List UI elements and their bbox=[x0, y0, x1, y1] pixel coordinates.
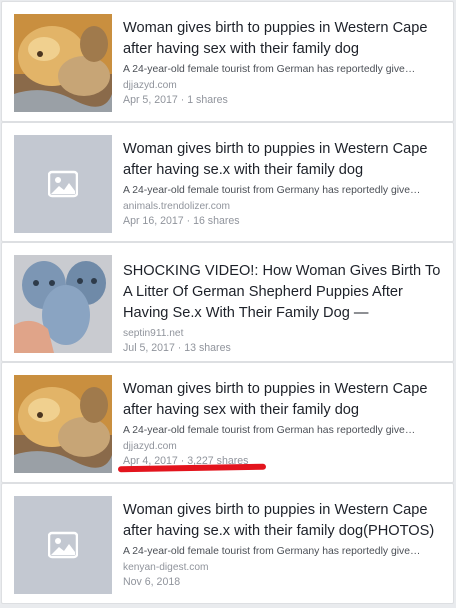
result-title[interactable]: Woman gives birth to puppies in Western … bbox=[123, 500, 441, 542]
result-card[interactable]: Woman gives birth to puppies in Western … bbox=[1, 1, 454, 122]
result-title[interactable]: Woman gives birth to puppies in Western … bbox=[123, 18, 441, 60]
result-card[interactable]: Woman gives birth to puppies in Western … bbox=[1, 483, 454, 604]
result-thumbnail[interactable] bbox=[14, 135, 112, 233]
result-description: A 24-year-old female tourist from German… bbox=[123, 425, 416, 436]
result-source[interactable]: septin911.net bbox=[123, 327, 441, 341]
result-source[interactable]: djjazyd.com bbox=[123, 440, 441, 454]
result-text: Woman gives birth to puppies in Western … bbox=[123, 139, 441, 228]
result-source[interactable]: djjazyd.com bbox=[123, 79, 441, 93]
image-placeholder-icon bbox=[48, 531, 78, 559]
dog-photo bbox=[14, 375, 112, 473]
result-title[interactable]: Woman gives birth to puppies in Western … bbox=[123, 379, 441, 421]
result-text: Woman gives birth to puppies in Western … bbox=[123, 500, 441, 589]
result-meta: Apr 16, 2017 · 16 shares bbox=[123, 215, 240, 227]
result-source[interactable]: animals.trendolizer.com bbox=[123, 200, 441, 214]
result-thumbnail[interactable] bbox=[14, 14, 112, 112]
result-source[interactable]: kenyan-digest.com bbox=[123, 561, 441, 575]
result-meta: Nov 6, 2018 bbox=[123, 576, 181, 588]
result-thumbnail[interactable] bbox=[14, 255, 112, 353]
result-text: Woman gives birth to puppies in Western … bbox=[123, 379, 441, 468]
dog-photo bbox=[14, 14, 112, 112]
result-description: A 24-year-old female tourist from German… bbox=[123, 546, 421, 557]
result-text: Woman gives birth to puppies in Western … bbox=[123, 18, 441, 107]
result-card[interactable]: SHOCKING VIDEO!: How Woman Gives Birth T… bbox=[1, 242, 454, 362]
result-thumbnail[interactable] bbox=[14, 496, 112, 594]
result-text: SHOCKING VIDEO!: How Woman Gives Birth T… bbox=[123, 261, 441, 355]
result-title[interactable]: SHOCKING VIDEO!: How Woman Gives Birth T… bbox=[123, 261, 441, 324]
result-thumbnail[interactable] bbox=[14, 375, 112, 473]
result-meta: Jul 5, 2017 · 13 shares bbox=[123, 342, 231, 354]
blue-figures-photo bbox=[14, 255, 112, 353]
result-title[interactable]: Woman gives birth to puppies in Western … bbox=[123, 139, 441, 181]
result-description: A 24-year-old female tourist from German… bbox=[123, 185, 421, 196]
result-description: A 24-year-old female tourist from German… bbox=[123, 64, 416, 75]
result-card[interactable]: Woman gives birth to puppies in Western … bbox=[1, 122, 454, 242]
image-placeholder-icon bbox=[48, 170, 78, 198]
result-meta: Apr 5, 2017 · 1 shares bbox=[123, 94, 228, 106]
